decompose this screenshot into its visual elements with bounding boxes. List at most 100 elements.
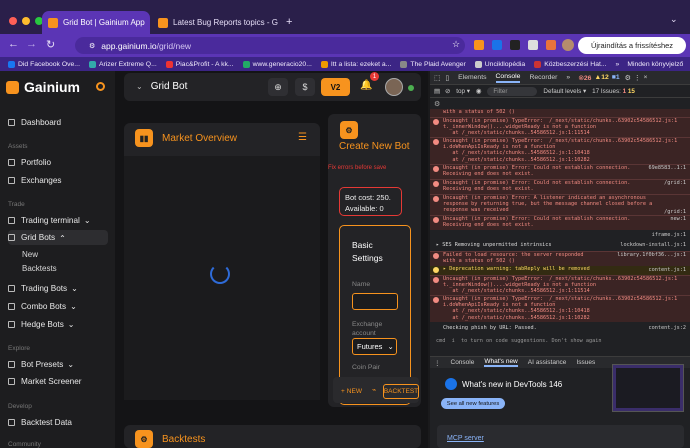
all-bookmarks-folder[interactable]: Minden könyvjelző — [627, 61, 683, 68]
chevron-down-icon[interactable]: ⌄ — [136, 82, 143, 91]
user-avatar[interactable] — [385, 78, 403, 96]
issues-count[interactable]: 17 Issues: 1 15 — [592, 88, 635, 95]
bookmark-item[interactable]: www.generacio20... — [242, 60, 312, 68]
back-icon[interactable]: ← — [8, 38, 19, 50]
console-log-entry[interactable]: Uncaught (in promise) TypeError: /_next/… — [430, 275, 690, 295]
console-log-entry[interactable]: Uncaught (in promise) Error: A listener … — [430, 194, 690, 215]
more-menu-icon[interactable]: ⋮ — [634, 74, 641, 82]
link-icon[interactable]: ⌁ — [372, 386, 376, 394]
devtools-inspect-icon[interactable]: ⬚ — [434, 74, 440, 82]
sidebar-item-dashboard[interactable]: Dashboard — [8, 116, 61, 128]
tab-search-icon[interactable]: ⌄ — [670, 14, 678, 25]
sidebar-toggle-icon[interactable]: ▤ — [434, 88, 440, 95]
bookmark-item[interactable]: Uncikllopédia — [474, 60, 525, 68]
minimize-window-button[interactable] — [22, 17, 30, 25]
log-levels-select[interactable]: Default levels ▾ — [543, 88, 586, 95]
console-filter-input[interactable]: Filter — [487, 86, 538, 96]
sidebar-item-grid-bots[interactable]: Grid Bots ⌃ — [8, 230, 108, 245]
site-info-icon[interactable]: ⚙ — [89, 42, 95, 50]
console-log-entry[interactable]: Uncaught (in promise) Error: Could not e… — [430, 179, 690, 194]
relaunch-to-update-button[interactable]: Újraindítás a frissítéshez — [578, 37, 686, 54]
drawer-tab-whats-new[interactable]: What's new — [484, 358, 518, 367]
bookmark-item[interactable]: The Plaid Avenger — [400, 60, 466, 68]
tab-recorder[interactable]: Recorder — [529, 74, 557, 81]
context-select[interactable]: top ▾ — [456, 88, 470, 95]
tab-console[interactable]: Console — [495, 73, 521, 83]
close-tab-icon[interactable]: × — [145, 18, 150, 27]
sidebar-item-portfolio[interactable]: Portfolio — [8, 156, 51, 168]
see-all-features-button[interactable]: See all new features — [441, 398, 505, 409]
add-bot-button[interactable]: ⊕ — [268, 78, 288, 96]
console-log-entry[interactable]: iframe.js:1 — [430, 232, 690, 240]
bookmark-star-icon[interactable]: ☆ — [452, 39, 460, 50]
console-log-entry[interactable]: Uncaught (in promise) Error: Could not e… — [430, 164, 690, 179]
close-devtools-icon[interactable]: × — [644, 74, 648, 81]
info-count[interactable]: ■1 — [612, 74, 620, 81]
menu-icon[interactable]: ⋮ — [434, 359, 441, 367]
settings-sliders-icon[interactable]: ☰ — [298, 132, 307, 143]
sidebar-item-backtest-data[interactable]: Backtest Data — [8, 416, 72, 428]
bookmark-item[interactable]: Itt a lista: ezeket a... — [320, 60, 391, 68]
clear-console-icon[interactable]: ⊘ — [445, 88, 450, 95]
drawer-tab-console[interactable]: Console — [451, 359, 475, 366]
extension-icon[interactable] — [528, 40, 538, 50]
console-prompt[interactable]: cmd i to turn on code suggestions. Don't… — [430, 338, 690, 346]
bell-icon[interactable]: 🔔 — [360, 80, 372, 91]
sidebar-item-hedge-bots[interactable]: Hedge Bots ⌄ — [8, 318, 75, 330]
drawer-tab-ai-assistance[interactable]: AI assistance — [528, 359, 567, 366]
bookmark-item[interactable]: Piac&Profit - A kk... — [165, 60, 234, 68]
warning-count[interactable]: ▲12 — [594, 74, 608, 81]
console-log-entry[interactable]: Uncaught (in promise) Error: Could not e… — [430, 215, 690, 230]
bot-name-input[interactable] — [352, 293, 398, 310]
console-log-entry[interactable]: Uncaught (in promise) TypeError: /_next/… — [430, 117, 690, 137]
devtools-device-icon[interactable]: ▯ — [445, 74, 449, 82]
more-bookmarks-button[interactable]: » — [616, 61, 620, 68]
version-toggle-button[interactable]: V2 — [321, 78, 350, 96]
drawer-tab-issues[interactable]: Issues — [576, 359, 595, 366]
console-log-entry[interactable]: ▸ SES Removing unpermitted intrinsics loc… — [430, 242, 690, 250]
console-log-entry[interactable]: Uncaught (in promise) TypeError: /_next/… — [430, 295, 690, 322]
console-log-entry[interactable]: Uncaught (in promise) TypeError: /_next/… — [430, 137, 690, 164]
settings-gear-icon[interactable]: ⚙ — [625, 74, 631, 82]
browser-tab-gainium[interactable]: Grid Bot | Gainium App × — [42, 11, 150, 34]
profile-avatar[interactable] — [562, 39, 574, 51]
coin-pair-label: Coin Pair — [352, 364, 380, 371]
dollar-icon[interactable]: $ — [295, 78, 315, 96]
extension-icon[interactable] — [546, 40, 556, 50]
backtest-button[interactable]: BACKTEST — [383, 384, 419, 399]
exchange-account-select[interactable]: Futures ⌄ — [352, 338, 397, 355]
bookmark-item[interactable]: Did Facebook Ove... — [8, 60, 80, 68]
sidebar-subitem-backtests[interactable]: Backtests — [22, 264, 57, 273]
sidebar-item-combo-bots[interactable]: Combo Bots ⌄ — [8, 300, 77, 312]
console-log-entry[interactable]: with a status of 502 () — [430, 109, 690, 117]
sidebar-item-trading-terminal[interactable]: Trading terminal ⌄ — [8, 214, 91, 226]
console-log-entry[interactable]: ▸ Deprecation warning: tabReply will be … — [430, 266, 690, 275]
console-settings-icon[interactable]: ⚙ — [434, 100, 440, 108]
sidebar-subitem-new[interactable]: New — [22, 250, 38, 259]
new-bot-button[interactable]: + NEW — [341, 384, 371, 399]
gainium-logo[interactable]: Gainium — [6, 79, 80, 95]
console-log-entry[interactable]: Checking phish by URL: Passed. content.js… — [430, 325, 690, 333]
extension-icon[interactable] — [510, 40, 520, 50]
browser-tab-bug-reports[interactable]: Latest Bug Reports topics - Gai × — [152, 11, 278, 34]
url-field[interactable]: ⚙ app.gainium.io/grid/new — [75, 37, 465, 54]
theme-toggle-icon[interactable] — [96, 82, 105, 91]
sidebar-item-trading-bots[interactable]: Trading Bots ⌄ — [8, 282, 78, 294]
console-log-entry[interactable]: Failed to load resource: the server resp… — [430, 251, 690, 266]
reload-icon[interactable]: ↻ — [46, 38, 55, 51]
eye-icon[interactable]: ◉ — [476, 88, 482, 95]
forward-icon[interactable]: → — [26, 38, 37, 50]
extension-icon[interactable] — [474, 40, 484, 50]
bookmark-item[interactable]: Közbeszerzési Hat... — [534, 60, 607, 68]
close-window-button[interactable] — [9, 17, 17, 25]
more-tabs-icon[interactable]: » — [566, 74, 570, 81]
bookmark-item[interactable]: Arizer Extreme Q... — [88, 60, 157, 68]
sidebar-item-bot-presets[interactable]: Bot Presets ⌄ — [8, 358, 74, 370]
new-tab-button[interactable]: + — [286, 16, 292, 28]
mcp-server-link[interactable]: MCP server — [447, 435, 484, 442]
tab-elements[interactable]: Elements — [458, 74, 486, 81]
error-count[interactable]: ⊗26 — [578, 74, 591, 82]
extension-icon[interactable] — [492, 40, 502, 50]
sidebar-item-market-screener[interactable]: Market Screener — [8, 375, 82, 387]
sidebar-item-exchanges[interactable]: Exchanges — [8, 174, 62, 186]
